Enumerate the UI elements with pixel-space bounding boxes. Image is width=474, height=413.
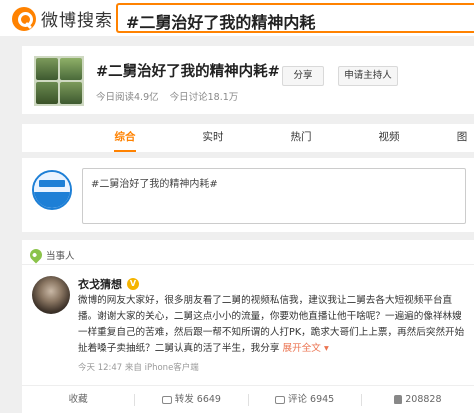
- post-meta: 今天 12:47 来自 iPhone客户端: [78, 363, 199, 373]
- reads-count: 今日阅读4.9亿: [96, 92, 159, 103]
- author-name[interactable]: 衣戈猜想 V: [78, 276, 139, 292]
- like-label: 208828: [405, 393, 442, 405]
- top-bar: 微博搜索 #二舅治好了我的精神内耗: [0, 0, 474, 36]
- topic-stats: 今日阅读4.9亿 今日讨论18.1万: [96, 89, 246, 103]
- repost-label: 转发 6649: [174, 393, 221, 405]
- topic-title: #二舅治好了我的精神内耗#: [96, 64, 280, 80]
- repost-button[interactable]: 转发 6649: [135, 386, 247, 413]
- vip-badge-icon: V: [127, 278, 139, 290]
- composer-input[interactable]: #二舅治好了我的精神内耗#: [82, 168, 466, 224]
- post-composer: #二舅治好了我的精神内耗#: [22, 158, 474, 232]
- chevron-down-icon: ▾: [320, 343, 329, 354]
- like-icon: [394, 395, 403, 404]
- section-label: 当事人: [27, 246, 75, 264]
- section-label-text: 当事人: [46, 251, 75, 262]
- tab-hot[interactable]: 热门: [276, 124, 326, 152]
- author-name-text[interactable]: 衣戈猜想: [78, 276, 122, 292]
- tab-realtime[interactable]: 实时: [188, 124, 238, 152]
- post-actions: 收藏 转发 6649 评论 6945 208828: [22, 385, 474, 413]
- like-button[interactable]: 208828: [362, 386, 474, 413]
- avatar: [32, 170, 72, 210]
- location-pin-icon: [27, 246, 45, 264]
- favorite-label: 收藏: [68, 393, 88, 405]
- logo-text: 微博搜索: [41, 11, 113, 31]
- comment-label: 评论 6945: [288, 393, 335, 405]
- divider: [22, 264, 474, 265]
- weibo-search-icon: [12, 6, 36, 31]
- expand-full-text-link[interactable]: 展开全文 ▾: [283, 343, 329, 354]
- tab-image[interactable]: 图: [450, 124, 474, 152]
- discussions-count: 今日讨论18.1万: [169, 92, 239, 103]
- topic-header: #二舅治好了我的精神内耗# 今日阅读4.9亿 今日讨论18.1万 分享 申请主持…: [22, 46, 474, 114]
- feed-card: 当事人 衣戈猜想 V 微博的网友大家好，很多朋友看了二舅的视频私信我，建议我让二…: [22, 240, 474, 413]
- search-input[interactable]: #二舅治好了我的精神内耗: [116, 3, 474, 33]
- apply-host-button[interactable]: 申请主持人: [338, 66, 398, 86]
- favorite-button[interactable]: 收藏: [22, 386, 134, 413]
- comment-button[interactable]: 评论 6945: [249, 386, 361, 413]
- author-avatar[interactable]: [32, 276, 70, 314]
- tab-comprehensive[interactable]: 综合: [100, 124, 150, 152]
- post-text: 微博的网友大家好，很多朋友看了二舅的视频私信我，建议我让二舅去各大短视频平台直播…: [78, 293, 468, 357]
- repost-icon: [161, 395, 172, 404]
- tab-video[interactable]: 视频: [364, 124, 414, 152]
- weibo-search-logo[interactable]: 微博搜索: [12, 6, 113, 31]
- comment-icon: [275, 395, 286, 404]
- topic-cover-image: [34, 56, 84, 106]
- tab-bar: 综合 实时 热门 视频 图: [22, 124, 474, 152]
- post-body: 微博的网友大家好，很多朋友看了二舅的视频私信我，建议我让二舅去各大短视频平台直播…: [78, 295, 465, 354]
- share-button[interactable]: 分享: [282, 66, 324, 86]
- expand-label[interactable]: 展开全文: [283, 343, 321, 354]
